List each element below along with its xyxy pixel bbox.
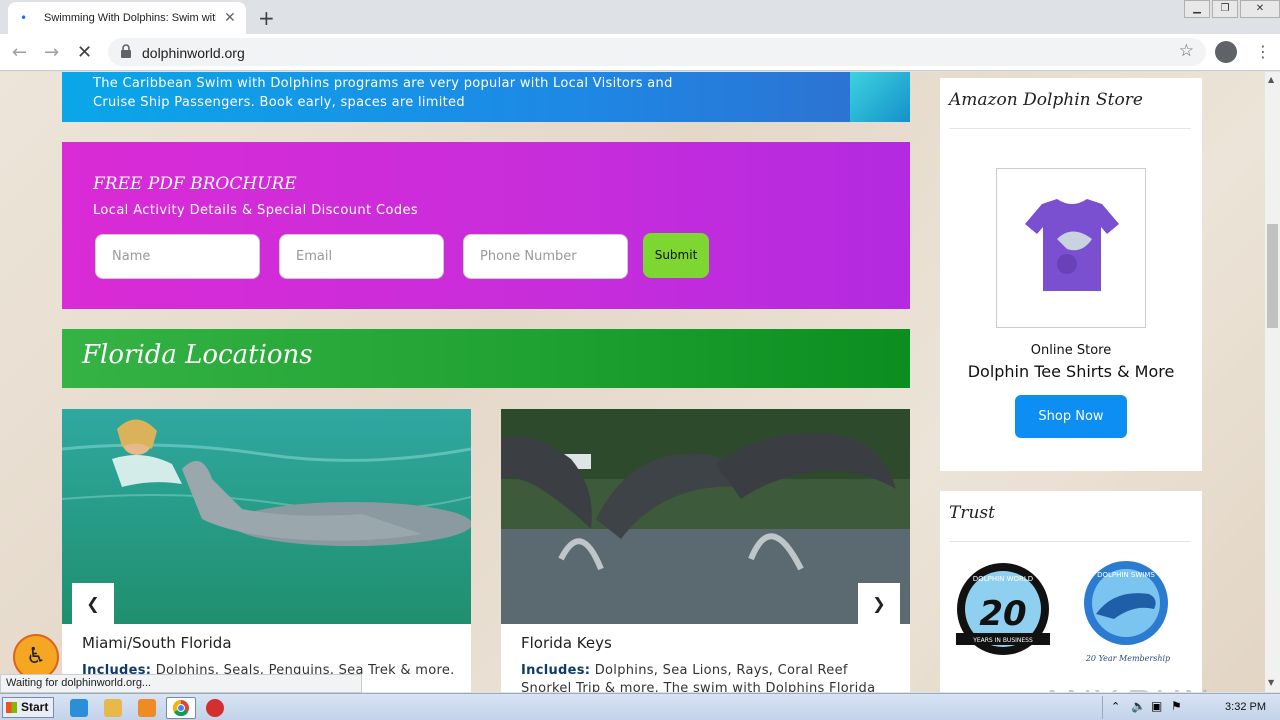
close-window-button[interactable]: ✕ xyxy=(1240,0,1280,18)
scroll-thumb[interactable] xyxy=(1267,224,1278,328)
divider xyxy=(949,128,1191,129)
status-bar: Waiting for dolphinworld.org... xyxy=(0,674,362,693)
badge1-top-text: DOLPHIN WORLD xyxy=(973,575,1033,583)
loading-spinner-icon: • xyxy=(20,11,28,25)
tshirt-product-image[interactable] xyxy=(996,168,1146,328)
location-card-keys[interactable]: ❯ Florida Keys Includes: Dolphins, Sea L… xyxy=(501,409,910,692)
chrome-task-button[interactable] xyxy=(166,697,196,719)
divider xyxy=(949,541,1191,542)
volume-icon[interactable]: 🔈 xyxy=(1131,699,1146,713)
new-tab-button[interactable]: + xyxy=(258,6,275,30)
jumping-dolphins-image xyxy=(501,409,910,624)
explorer-folder-icon[interactable] xyxy=(104,699,122,717)
stop-loading-icon[interactable]: ✕ xyxy=(77,42,92,63)
brochure-subtitle: Local Activity Details & Special Discoun… xyxy=(93,203,419,218)
banner-wave-image xyxy=(850,72,910,122)
address-bar[interactable]: dolphinworld.org ☆ xyxy=(108,38,1206,66)
restore-button[interactable]: ❐ xyxy=(1212,0,1238,18)
network-icon[interactable]: ▣ xyxy=(1151,699,1162,713)
trust-widget: Trust DOLPHIN WORLD 20 YEARS IN BUSINESS… xyxy=(940,491,1202,692)
florida-title: Florida Locations xyxy=(82,340,313,370)
email-input[interactable]: Email xyxy=(279,234,444,279)
scroll-up-arrow-icon[interactable]: ▲ xyxy=(1268,75,1274,84)
clock: 3:32 PM xyxy=(1225,701,1266,713)
scroll-down-arrow-icon[interactable]: ▼ xyxy=(1268,678,1274,687)
carousel-prev-arrow-icon[interactable]: ❮ xyxy=(72,583,114,625)
forward-icon[interactable]: → xyxy=(44,42,59,63)
twenty-years-badge: DOLPHIN WORLD 20 YEARS IN BUSINESS xyxy=(956,563,1050,655)
start-button[interactable]: Start xyxy=(2,697,54,718)
windows-taskbar: Start ⌃ 🔈 ▣ ⚑ 3:32 PM xyxy=(0,693,1280,720)
amazon-store-widget: Amazon Dolphin Store Online Store Dolphi… xyxy=(940,78,1202,471)
stop-sign-icon[interactable] xyxy=(206,699,224,717)
card-description: Includes: Dolphins, Sea Lions, Rays, Cor… xyxy=(521,662,901,692)
ie-icon[interactable] xyxy=(70,699,88,717)
browser-tab[interactable]: • Swimming With Dolphins: Swim with Dolp… xyxy=(8,2,246,34)
tab-close-icon[interactable]: ✕ xyxy=(224,10,236,26)
page-viewport: The Caribbean Swim with Dolphins program… xyxy=(0,72,1265,692)
brochure-title: FREE PDF BROCHURE xyxy=(93,174,297,194)
bookmark-star-icon[interactable]: ☆ xyxy=(1179,41,1194,61)
back-icon[interactable]: ← xyxy=(12,42,27,63)
lock-icon xyxy=(121,44,131,58)
swimming-with-dolphin-image xyxy=(62,409,471,624)
brochure-form: FREE PDF BROCHURE Local Activity Details… xyxy=(62,142,910,309)
card-title: Miami/South Florida xyxy=(82,634,232,652)
banner-text: The Caribbean Swim with Dolphins program… xyxy=(93,76,673,110)
flag-icon[interactable]: ⚑ xyxy=(1171,699,1182,713)
page-scrollbar[interactable]: ▲ ▼ xyxy=(1265,72,1280,692)
media-player-icon[interactable] xyxy=(138,699,156,717)
watermark-text: ANY.RUN xyxy=(1040,682,1211,692)
menu-kebab-icon[interactable]: ⋮ xyxy=(1255,42,1271,61)
submit-button[interactable]: Submit xyxy=(643,233,709,278)
dolphin-swims-badge: DOLPHIN SWIMS 20 Year Membership xyxy=(1084,561,1170,663)
card-title: Florida Keys xyxy=(521,634,612,652)
window-controls: ▁ ❐ ✕ xyxy=(1182,0,1280,18)
trust-title: Trust xyxy=(949,503,995,523)
tab-title: Swimming With Dolphins: Swim with Dolphi… xyxy=(44,12,216,24)
windows-logo-icon xyxy=(6,702,17,713)
tray-expand-icon[interactable]: ⌃ xyxy=(1111,700,1120,713)
badge2-bottom-text: 20 Year Membership xyxy=(1085,654,1170,663)
tab-strip: • Swimming With Dolphins: Swim with Dolp… xyxy=(0,0,1280,34)
minimize-button[interactable]: ▁ xyxy=(1184,0,1210,18)
phone-input[interactable]: Phone Number xyxy=(463,234,628,279)
carousel-next-arrow-icon[interactable]: ❯ xyxy=(858,583,900,625)
caribbean-banner: The Caribbean Swim with Dolphins program… xyxy=(62,72,910,122)
browser-toolbar: ← → ✕ dolphinworld.org ☆ xyxy=(0,34,1280,71)
location-card-miami[interactable]: ❮ Miami/South Florida Includes: Dolphins… xyxy=(62,409,471,692)
includes-label: Includes: xyxy=(521,663,591,678)
store-label: Online Store xyxy=(1030,343,1112,358)
badge1-bottom-text: YEARS IN BUSINESS xyxy=(972,637,1033,644)
url-text: dolphinworld.org xyxy=(142,45,245,61)
badge1-number: 20 xyxy=(979,594,1026,634)
store-title: Amazon Dolphin Store xyxy=(949,90,1143,110)
florida-locations-header: Florida Locations xyxy=(62,329,910,388)
badge2-top-text: DOLPHIN SWIMS xyxy=(1097,571,1155,579)
system-tray: ⌃ 🔈 ▣ ⚑ 3:32 PM xyxy=(1102,696,1280,719)
start-label: Start xyxy=(21,700,49,714)
store-product-title: Dolphin Tee Shirts & More xyxy=(967,362,1175,381)
name-input[interactable]: Name xyxy=(95,234,260,279)
profile-avatar-icon[interactable] xyxy=(1215,41,1237,63)
shop-now-button[interactable]: Shop Now xyxy=(1015,395,1127,438)
